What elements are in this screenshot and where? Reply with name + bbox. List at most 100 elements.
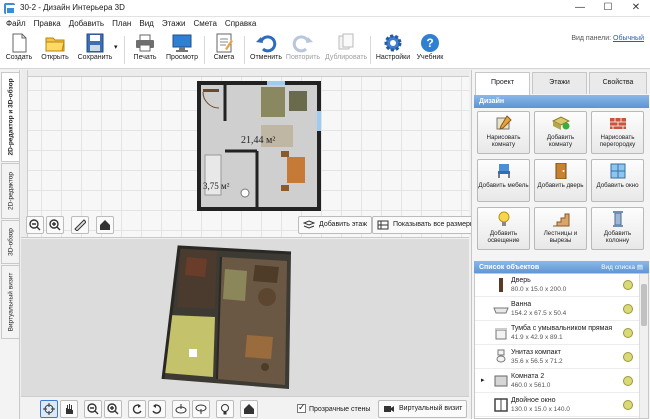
show-all-sizes-button[interactable]: Показывать все размеры (372, 216, 480, 234)
tab-virtual-visit-label: Виртуальный визит (7, 272, 14, 332)
expand-arrow-icon[interactable]: ▸ (481, 376, 485, 384)
ruler-horizontal (21, 70, 469, 77)
menu-view[interactable]: Вид (135, 17, 157, 31)
list-item[interactable]: Тумба с умывальником прямая 41.9 x 42.9 … (475, 322, 640, 345)
add-floor-label: Добавить этаж (319, 221, 368, 228)
add-floor-button[interactable]: Добавить этаж (298, 216, 373, 234)
door-shape[interactable] (203, 89, 219, 92)
tutorial-button[interactable]: ? Учебник (414, 33, 446, 67)
add-lighting-button[interactable]: Добавить освещение (477, 207, 530, 250)
tab-2d-editor[interactable]: 2D-редактор (1, 163, 19, 219)
tab-2d-and-3d[interactable]: 2D-редактор и 3D-обзор (1, 72, 19, 162)
visibility-toggle-icon[interactable] (623, 352, 633, 362)
zoom-out-3d-button[interactable] (84, 400, 102, 418)
home-3d-button[interactable] (240, 400, 258, 418)
visibility-toggle-icon[interactable] (623, 400, 633, 410)
monitor-icon (172, 34, 192, 52)
room-thumbnail-icon (494, 375, 508, 387)
draw-partition-button[interactable]: Нарисовать перегородку (591, 111, 644, 154)
rotate-mode-button[interactable] (40, 400, 58, 418)
draw-room-button[interactable]: Нарисовать комнату (477, 111, 530, 154)
window-shape[interactable] (317, 111, 321, 131)
add-furniture-button[interactable]: Добавить мебель (477, 159, 530, 202)
scrollbar-thumb[interactable] (641, 284, 647, 326)
add-window-button[interactable]: Добавить окно (591, 159, 644, 202)
menu-help[interactable]: Справка (221, 17, 260, 31)
transparent-walls-toggle[interactable]: Прозрачные стены (297, 402, 370, 413)
object-list-scrollbar[interactable] (639, 274, 648, 418)
undo-button[interactable]: Отменить (248, 33, 284, 67)
duplicate-button[interactable]: Дублировать (325, 33, 367, 67)
open-button[interactable]: Открыть (38, 33, 72, 67)
rotate-right-button[interactable] (148, 400, 166, 418)
save-button[interactable]: Сохранить (74, 33, 116, 67)
visibility-toggle-icon[interactable] (623, 280, 633, 290)
settings-button[interactable]: Настройки (374, 33, 412, 67)
tab-floors[interactable]: Этажи (532, 72, 587, 94)
lighting-button[interactable] (216, 400, 234, 418)
close-button[interactable]: ✕ (622, 0, 650, 17)
3d-model[interactable] (21, 239, 469, 396)
table-shape[interactable] (287, 157, 305, 183)
zoom-in-button[interactable] (46, 216, 64, 234)
sofa-shape[interactable] (261, 87, 285, 117)
save-dropdown-icon[interactable]: ▾ (114, 43, 118, 51)
tab-3d-view[interactable]: 3D-обзор (1, 220, 19, 264)
plan-editor[interactable]: 21,44 м² 3,75 м² (21, 70, 469, 238)
tab-project[interactable]: Проект (475, 72, 530, 95)
toilet-shape[interactable] (240, 188, 250, 198)
3d-view[interactable] (21, 239, 469, 396)
add-room-icon (552, 116, 570, 130)
add-room-button[interactable]: Добавить комнату (534, 111, 587, 154)
print-button[interactable]: Печать (130, 33, 160, 67)
visibility-toggle-icon[interactable] (623, 328, 633, 338)
object-size: 460.0 x 561.0 (511, 382, 551, 389)
menu-floors[interactable]: Этажи (158, 17, 190, 31)
menu-estimate[interactable]: Смета (189, 17, 220, 31)
measure-button[interactable] (71, 216, 89, 234)
object-size: 80.0 x 15.0 x 200.0 (511, 286, 567, 293)
object-list[interactable]: Дверь 80.0 x 15.0 x 200.0 Ванна 154.2 x … (474, 273, 649, 419)
floor-plan[interactable]: 21,44 м² 3,75 м² (197, 81, 323, 213)
list-item[interactable]: Дверь 80.0 x 15.0 x 200.0 (475, 274, 640, 297)
panel-view-value[interactable]: Обычный (613, 35, 644, 42)
title-bar: 30-2 - Дизайн Интерьера 3D — ☐ ✕ (0, 0, 650, 17)
virtual-visit-button[interactable]: Виртуальный визит (378, 400, 468, 418)
tab-virtual-visit[interactable]: Виртуальный визит (1, 265, 19, 339)
create-button[interactable]: Создать (3, 33, 35, 67)
list-item[interactable]: ▸ Комната 2 460.0 x 561.0 (475, 370, 640, 393)
visibility-toggle-icon[interactable] (623, 304, 633, 314)
add-column-button[interactable]: Добавить колонну (591, 207, 644, 250)
zoom-in-3d-button[interactable] (104, 400, 122, 418)
menu-add[interactable]: Добавить (65, 17, 108, 31)
tilt-down-button[interactable] (192, 400, 210, 418)
menu-file[interactable]: Файл (2, 17, 30, 31)
chair-shape[interactable] (281, 151, 289, 157)
list-item[interactable]: Двойное окно 130.0 x 15.0 x 140.0 (475, 394, 640, 417)
chair-shape[interactable] (281, 185, 289, 191)
stairs-cutouts-button[interactable]: Лестницы и вырезы (534, 207, 587, 250)
chair-shape[interactable] (289, 91, 307, 111)
home-view-button[interactable] (96, 216, 114, 234)
transparent-walls-checkbox[interactable] (297, 402, 306, 413)
tab-properties[interactable]: Свойства (589, 72, 647, 94)
door-3d (185, 257, 207, 277)
pan-button[interactable] (60, 400, 78, 418)
menu-plan[interactable]: План (108, 17, 135, 31)
list-item[interactable]: Ванна 154.2 x 67.5 x 50.4 (475, 298, 640, 321)
estimate-button[interactable]: Смета (210, 33, 238, 67)
minimize-button[interactable]: — (566, 0, 594, 17)
add-door-button[interactable]: Добавить дверь (534, 159, 587, 202)
menu-edit[interactable]: Правка (30, 17, 65, 31)
zoom-out-button[interactable] (26, 216, 44, 234)
tilt-down-icon (195, 404, 207, 414)
rotate-left-button[interactable] (128, 400, 146, 418)
maximize-button[interactable]: ☐ (594, 0, 622, 17)
list-item[interactable]: Унитаз компакт 35.6 x 56.5 x 71.2 (475, 346, 640, 369)
window-shape[interactable] (267, 81, 285, 85)
visibility-toggle-icon[interactable] (623, 376, 633, 386)
redo-button[interactable]: Повторить (285, 33, 321, 67)
preview-button[interactable]: Просмотр (164, 33, 200, 67)
panel-view-selector[interactable]: Вид панели: Обычный (571, 35, 644, 42)
tilt-up-button[interactable] (172, 400, 190, 418)
